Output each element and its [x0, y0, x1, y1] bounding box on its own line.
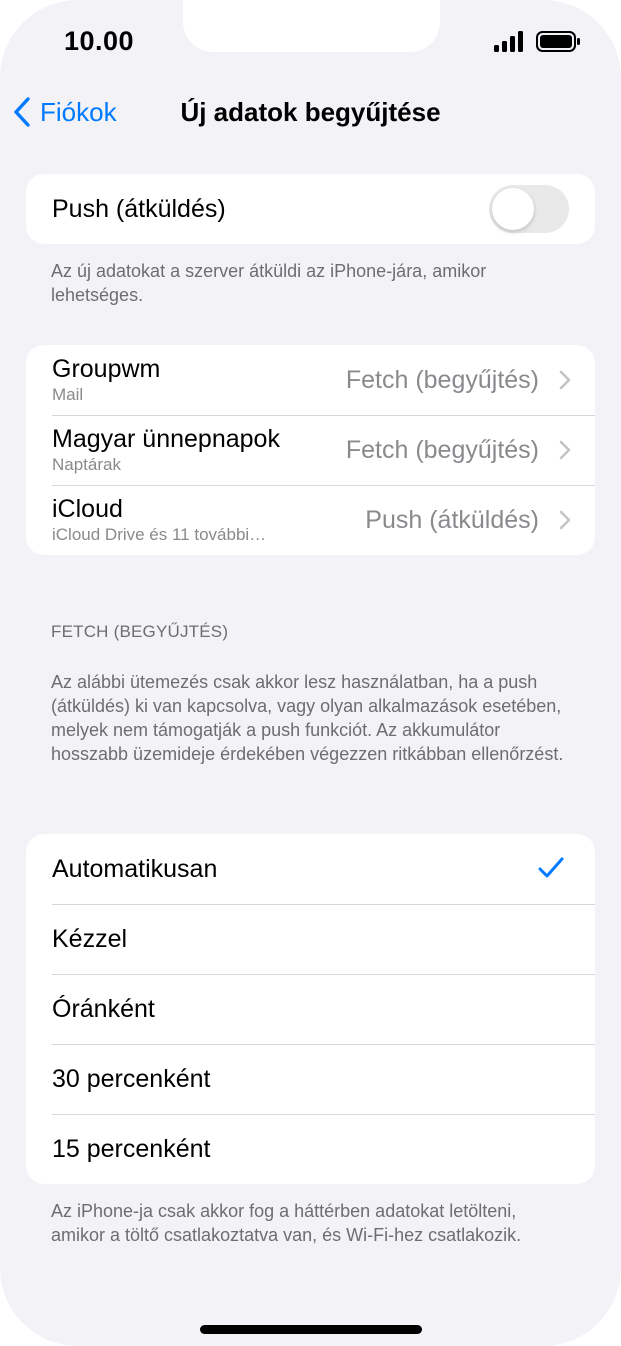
- account-subtitle: iCloud Drive és 11 további…: [52, 525, 267, 544]
- account-fetch-mode: Fetch (begyűjtés): [345, 365, 539, 394]
- accounts-group: Groupwm Mail Fetch (begyűjtés) Magyar ün…: [26, 345, 595, 555]
- account-subtitle: Mail: [52, 385, 84, 404]
- account-name: iCloud: [52, 495, 123, 523]
- chevron-left-icon: [14, 97, 30, 127]
- push-group: Push (átküldés): [26, 174, 595, 244]
- fetch-section-header: FETCH (BEGYŰJTÉS): [51, 622, 229, 641]
- back-button[interactable]: Fiókok: [12, 92, 117, 132]
- fetch-option-label: Óránként: [52, 994, 155, 1023]
- checkmark-icon: [538, 857, 564, 878]
- account-row-icloud[interactable]: iCloud iCloud Drive és 11 további… Push …: [26, 485, 595, 555]
- chevron-right-icon: [559, 510, 571, 530]
- fetch-description: Az alábbi ütemezés csak akkor lesz haszn…: [51, 672, 564, 764]
- chevron-right-icon: [559, 370, 571, 390]
- fetch-option-15min[interactable]: 15 percenként: [26, 1114, 595, 1184]
- push-footer: Az új adatokat a szerver átküldi az iPho…: [51, 261, 487, 305]
- account-fetch-mode: Fetch (begyűjtés): [345, 435, 539, 464]
- back-button-label: Fiókok: [40, 96, 117, 127]
- status-indicators: [492, 30, 584, 54]
- settings-screen: 10.00 Új adatok begyűjtése Fiókok Push (…: [0, 0, 621, 1346]
- fetch-footer: Az iPhone-ja csak akkor fog a háttérben …: [51, 1201, 522, 1245]
- push-toggle[interactable]: [489, 185, 569, 233]
- battery-icon: [536, 31, 580, 52]
- fetch-options-group: Automatikusan Kézzel Óránként 30 percenk…: [26, 834, 595, 1184]
- status-time: 10.00: [64, 26, 135, 56]
- toggle-knob: [492, 188, 534, 230]
- push-row: Push (átküldés): [26, 174, 595, 244]
- fetch-option-hourly[interactable]: Óránként: [26, 974, 595, 1044]
- account-name: Groupwm: [52, 355, 161, 383]
- account-row-holidays[interactable]: Magyar ünnepnapok Naptárak Fetch (begyűj…: [26, 415, 595, 485]
- chevron-right-icon: [559, 440, 571, 460]
- fetch-option-30min[interactable]: 30 percenként: [26, 1044, 595, 1114]
- account-fetch-mode: Push (átküldés): [365, 505, 539, 534]
- account-row-groupwm[interactable]: Groupwm Mail Fetch (begyűjtés): [26, 345, 595, 415]
- fetch-option-automatic[interactable]: Automatikusan: [26, 834, 595, 904]
- fetch-option-label: 15 percenként: [52, 1134, 211, 1163]
- fetch-option-label: Automatikusan: [52, 854, 218, 883]
- push-label: Push (átküldés): [52, 194, 226, 223]
- cellular-signal-icon: [494, 31, 523, 52]
- account-subtitle: Naptárak: [52, 455, 121, 474]
- fetch-option-manual[interactable]: Kézzel: [26, 904, 595, 974]
- fetch-option-label: Kézzel: [52, 924, 128, 953]
- home-indicator[interactable]: [200, 1325, 422, 1334]
- notch: [183, 0, 440, 52]
- fetch-option-label: 30 percenként: [52, 1064, 211, 1093]
- account-name: Magyar ünnepnapok: [52, 425, 280, 453]
